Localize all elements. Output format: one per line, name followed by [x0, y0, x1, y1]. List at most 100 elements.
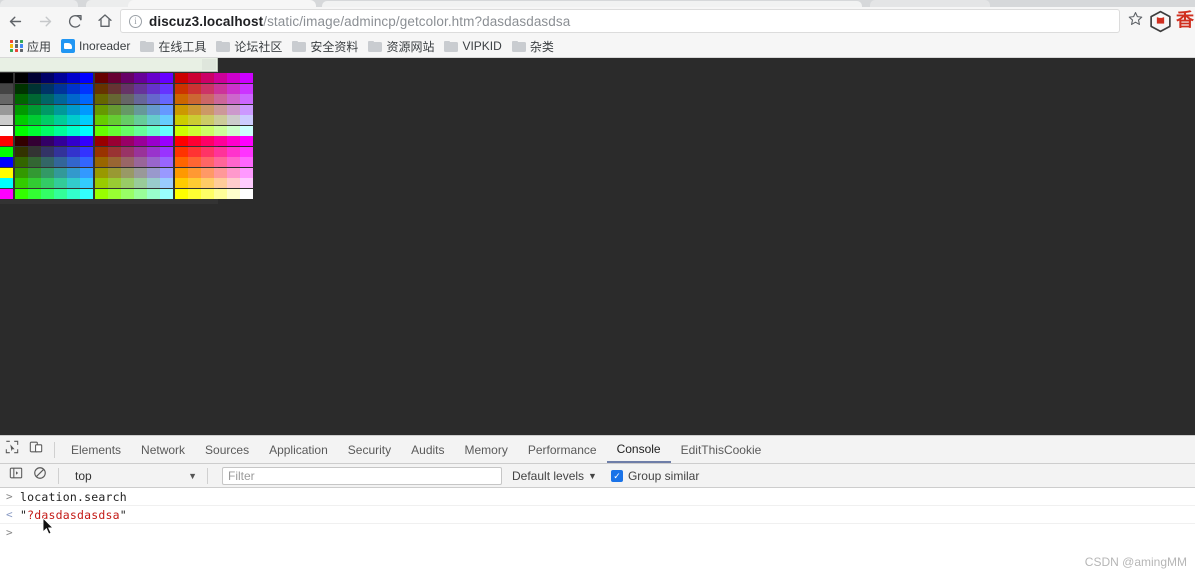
palette-column[interactable] — [28, 73, 41, 202]
color-swatch[interactable] — [214, 104, 227, 115]
color-swatch[interactable] — [147, 146, 160, 157]
color-swatch[interactable] — [80, 94, 93, 104]
color-swatch[interactable] — [175, 73, 188, 83]
palette-group-2[interactable] — [175, 73, 253, 202]
color-swatch[interactable] — [227, 136, 240, 146]
color-swatch[interactable] — [214, 157, 227, 167]
color-swatch[interactable] — [0, 125, 13, 136]
color-swatch[interactable] — [134, 167, 147, 178]
color-swatch[interactable] — [54, 94, 67, 104]
color-swatch[interactable] — [15, 146, 28, 157]
palette-column[interactable] — [108, 73, 121, 202]
color-swatch[interactable] — [160, 178, 173, 188]
color-swatch[interactable] — [188, 157, 201, 167]
color-swatch[interactable] — [160, 167, 173, 178]
color-swatch[interactable] — [214, 115, 227, 125]
color-swatch[interactable] — [67, 94, 80, 104]
color-swatch[interactable] — [175, 157, 188, 167]
color-swatch[interactable] — [67, 178, 80, 188]
color-swatch[interactable] — [201, 188, 214, 199]
color-swatch[interactable] — [15, 73, 28, 83]
color-swatch[interactable] — [121, 167, 134, 178]
color-swatch[interactable] — [41, 94, 54, 104]
color-swatch[interactable] — [201, 167, 214, 178]
color-swatch[interactable] — [0, 178, 13, 188]
address-bar[interactable]: i discuz3.localhost/static/image/admincp… — [120, 9, 1120, 33]
color-swatch[interactable] — [201, 178, 214, 188]
color-swatch[interactable] — [95, 104, 108, 115]
color-swatch[interactable] — [67, 125, 80, 136]
color-swatch[interactable] — [0, 136, 13, 146]
color-swatch[interactable] — [0, 73, 13, 83]
color-swatch[interactable] — [41, 83, 54, 94]
color-swatch[interactable] — [240, 104, 253, 115]
color-swatch[interactable] — [160, 146, 173, 157]
color-swatch[interactable] — [214, 167, 227, 178]
color-swatch[interactable] — [54, 167, 67, 178]
color-swatch[interactable] — [160, 125, 173, 136]
color-swatch[interactable] — [28, 94, 41, 104]
inspect-element-button[interactable] — [0, 437, 24, 463]
color-swatch[interactable] — [227, 73, 240, 83]
bookmark-inoreader[interactable]: Inoreader — [57, 35, 136, 58]
bookmark-folder-security[interactable]: 安全资料 — [288, 35, 364, 58]
color-swatch[interactable] — [41, 167, 54, 178]
color-swatch[interactable] — [147, 178, 160, 188]
color-swatch[interactable] — [108, 136, 121, 146]
color-swatch[interactable] — [67, 188, 80, 199]
color-swatch[interactable] — [54, 136, 67, 146]
console-levels-select[interactable]: Default levels ▼ — [512, 469, 597, 483]
color-swatch[interactable] — [95, 167, 108, 178]
color-swatch[interactable] — [188, 188, 201, 199]
color-swatch[interactable] — [121, 188, 134, 199]
color-swatch[interactable] — [95, 136, 108, 146]
color-swatch[interactable] — [134, 73, 147, 83]
color-swatch[interactable] — [28, 104, 41, 115]
color-swatch[interactable] — [134, 188, 147, 199]
color-swatch[interactable] — [214, 94, 227, 104]
color-swatch[interactable] — [214, 136, 227, 146]
palette-column[interactable] — [54, 73, 67, 202]
group-similar-checkbox[interactable]: ✓ — [610, 469, 623, 482]
color-swatch[interactable] — [160, 136, 173, 146]
color-swatch[interactable] — [15, 115, 28, 125]
color-swatch[interactable] — [147, 125, 160, 136]
color-swatch[interactable] — [121, 115, 134, 125]
color-swatch[interactable] — [134, 83, 147, 94]
bookmark-folder-forums[interactable]: 论坛社区 — [212, 35, 288, 58]
console-context-select[interactable]: top ▼ — [71, 466, 201, 486]
color-swatch[interactable] — [201, 104, 214, 115]
color-swatch[interactable] — [108, 94, 121, 104]
palette-column[interactable] — [134, 73, 147, 202]
color-swatch[interactable] — [188, 83, 201, 94]
color-swatch[interactable] — [67, 83, 80, 94]
color-swatch[interactable] — [201, 83, 214, 94]
color-swatch[interactable] — [240, 73, 253, 83]
color-swatch[interactable] — [188, 136, 201, 146]
bookmark-folder-vipkid[interactable]: VIPKID — [440, 35, 507, 58]
color-swatch[interactable] — [67, 136, 80, 146]
device-toolbar-button[interactable] — [24, 437, 48, 463]
color-swatch[interactable] — [240, 136, 253, 146]
color-swatch[interactable] — [134, 178, 147, 188]
color-swatch[interactable] — [227, 146, 240, 157]
color-swatch[interactable] — [175, 167, 188, 178]
palette-column[interactable] — [147, 73, 160, 202]
color-swatch[interactable] — [28, 178, 41, 188]
color-swatch[interactable] — [227, 83, 240, 94]
color-swatch[interactable] — [121, 73, 134, 83]
bookmark-folder-online-tools[interactable]: 在线工具 — [136, 35, 212, 58]
color-swatch[interactable] — [227, 115, 240, 125]
group-similar-toggle[interactable]: ✓ Group similar — [610, 469, 699, 483]
color-swatch[interactable] — [41, 178, 54, 188]
color-swatch[interactable] — [80, 83, 93, 94]
color-swatch[interactable] — [160, 73, 173, 83]
color-swatch[interactable] — [15, 104, 28, 115]
bookmark-star-button[interactable] — [1124, 10, 1146, 32]
color-swatch[interactable] — [227, 94, 240, 104]
palette-column[interactable] — [80, 73, 93, 202]
color-swatch[interactable] — [41, 73, 54, 83]
color-swatch[interactable] — [28, 83, 41, 94]
color-swatch[interactable] — [214, 188, 227, 199]
color-swatch[interactable] — [80, 178, 93, 188]
